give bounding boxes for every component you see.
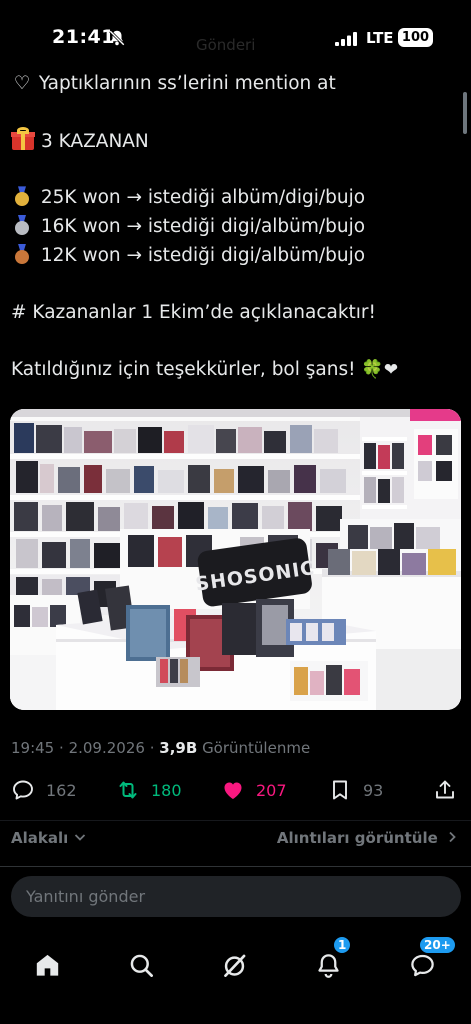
- bookmark-count: 93: [363, 780, 384, 800]
- views-label: Görüntülenme: [202, 739, 311, 757]
- divider: [0, 866, 471, 867]
- heart-icon: ❤: [383, 359, 399, 380]
- tweet-line: 16K won → istediği digi/albüm/bujo: [11, 213, 451, 242]
- like-count: 207: [256, 780, 287, 800]
- tweet-line-text: 25K won → istediği albüm/digi/bujo: [40, 187, 366, 209]
- views-count: 3,9B: [159, 739, 198, 757]
- view-quotes-link[interactable]: Alıntıları görüntüle: [277, 829, 457, 847]
- silver-medal-icon: [15, 214, 29, 235]
- tweet-line-text: Yaptıklarının ss’lerini mention at: [38, 73, 336, 94]
- header-title-faded: Gönderi: [196, 36, 256, 54]
- reply-input[interactable]: Yanıtını gönder: [11, 876, 461, 917]
- bookmark-button[interactable]: 93: [328, 772, 383, 808]
- repost-count: 180: [151, 780, 182, 800]
- tab-grok[interactable]: [209, 940, 259, 990]
- action-bar: 162 180 207 93: [0, 772, 471, 808]
- chevron-down-icon: [74, 834, 85, 841]
- tweet-line-text: 16K won → istediği digi/albüm/bujo: [40, 215, 366, 237]
- clover-icon: 🍀: [361, 358, 384, 380]
- tweet-line-text: Katıldığınız için teşekkürler, bol şans!: [11, 358, 356, 380]
- tweet-line: ♡ Yaptıklarının ss’lerini mention at: [11, 70, 451, 99]
- tweet-line: Katıldığınız için teşekkürler, bol şans!…: [11, 356, 451, 385]
- messages-badge: 20+: [419, 936, 456, 954]
- store-photo: SHOSONIC: [10, 409, 461, 710]
- share-button[interactable]: [433, 772, 468, 808]
- tab-home[interactable]: [22, 940, 72, 990]
- bookmark-icon: [333, 780, 347, 800]
- sort-dropdown[interactable]: Alakalı: [11, 829, 86, 847]
- tweet-line: # Kazananlar 1 Ekim’de açıklanacaktır!: [11, 299, 451, 328]
- bottom-tab-bar: 1 20+: [0, 930, 471, 1024]
- network-type: LTE: [366, 29, 394, 47]
- gold-medal-icon: [15, 186, 29, 207]
- tweet-image[interactable]: SHOSONIC: [10, 409, 461, 710]
- tab-search[interactable]: [116, 940, 166, 990]
- reply-icon: [13, 780, 33, 800]
- reply-count: 162: [46, 780, 77, 800]
- home-icon: [36, 954, 58, 976]
- grok-icon: [223, 954, 245, 977]
- messages-icon: [410, 954, 434, 976]
- meta-separator: ·: [149, 739, 155, 757]
- bell-slash-icon: [109, 30, 125, 46]
- tweet-line: 12K won → istediği digi/albüm/bujo: [11, 242, 451, 271]
- reply-button[interactable]: 162: [11, 772, 77, 808]
- share-icon: [436, 780, 454, 799]
- search-icon: [130, 954, 153, 977]
- tweet-line: 3 KAZANAN: [11, 127, 451, 156]
- tweet-line-text: 12K won → istediği digi/albüm/bujo: [40, 244, 366, 266]
- like-button[interactable]: 207: [221, 772, 287, 808]
- signal-icon: [335, 32, 357, 46]
- meta-separator: ·: [59, 739, 64, 757]
- tweet-line-text: # Kazananlar 1 Ekim’de açıklanacaktır!: [11, 301, 376, 323]
- tweet-date: 2.09.2026: [68, 739, 145, 757]
- tweet-text: ♡ Yaptıklarının ss’lerini mention at 3 K…: [11, 70, 451, 385]
- chevron-right-icon: [449, 831, 456, 843]
- heart-filled-icon: [224, 782, 242, 799]
- view-quotes-label: Alıntıları görüntüle: [276, 829, 438, 847]
- scrollbar[interactable]: [463, 92, 467, 134]
- tweet-meta: 19:45 · 2.09.2026 · 3,9B Görüntülenme: [11, 739, 310, 757]
- bell-icon: [317, 953, 339, 978]
- repost-button[interactable]: 180: [116, 772, 182, 808]
- reply-placeholder: Yanıtını gönder: [26, 887, 146, 906]
- tweet-line: 25K won → istediği albüm/digi/bujo: [11, 184, 451, 213]
- heart-outline-icon: ♡: [13, 73, 31, 94]
- sort-label: Alakalı: [11, 829, 69, 847]
- gift-icon: [11, 127, 35, 151]
- bronze-medal-icon: [15, 243, 29, 264]
- divider: [0, 820, 471, 821]
- tweet-time: 19:45: [11, 739, 55, 757]
- battery-indicator: 100: [398, 28, 433, 47]
- repost-icon: [119, 781, 137, 799]
- tweet-line-text: 3 KAZANAN: [41, 131, 149, 153]
- status-bar: Gönderi 21:41 LTE 100: [0, 0, 471, 72]
- status-time: 21:41: [52, 26, 115, 48]
